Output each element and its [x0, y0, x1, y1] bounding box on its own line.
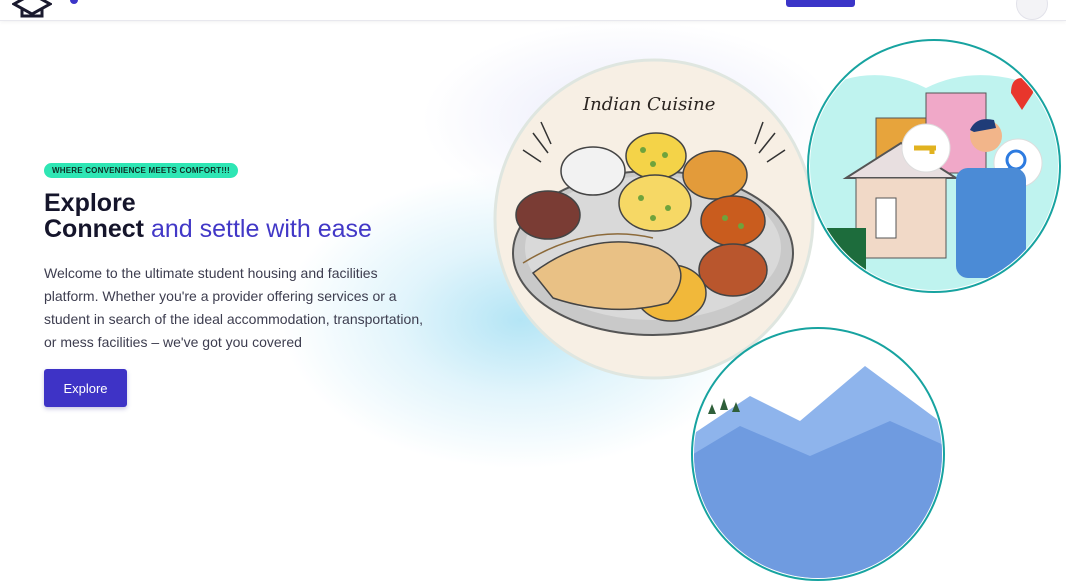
top-navbar: [0, 0, 1066, 21]
food-caption: Indian Cuisine: [582, 94, 715, 115]
avatar[interactable]: [1016, 0, 1048, 20]
hero-title-line1: Explore: [44, 189, 136, 217]
logo-icon[interactable]: [12, 0, 52, 18]
landscape-image: [691, 327, 945, 581]
hero-title-line2: Connect and settle with ease: [44, 216, 444, 242]
hero-title: Explore Connect and settle with ease: [44, 190, 444, 242]
hero-title-accent: and settle with ease: [150, 215, 372, 243]
explore-button[interactable]: Explore: [44, 369, 127, 407]
hero-title-plain: Connect: [44, 215, 144, 243]
nav-action-button[interactable]: [786, 0, 855, 7]
housing-image: [807, 39, 1061, 293]
hero-description: Welcome to the ultimate student housing …: [44, 265, 423, 350]
hero-section: WHERE CONVENIENCE MEETS COMFORT!!! Explo…: [44, 160, 444, 407]
tagline-badge: WHERE CONVENIENCE MEETS COMFORT!!!: [44, 163, 238, 178]
brand-text[interactable]: [70, 0, 78, 4]
